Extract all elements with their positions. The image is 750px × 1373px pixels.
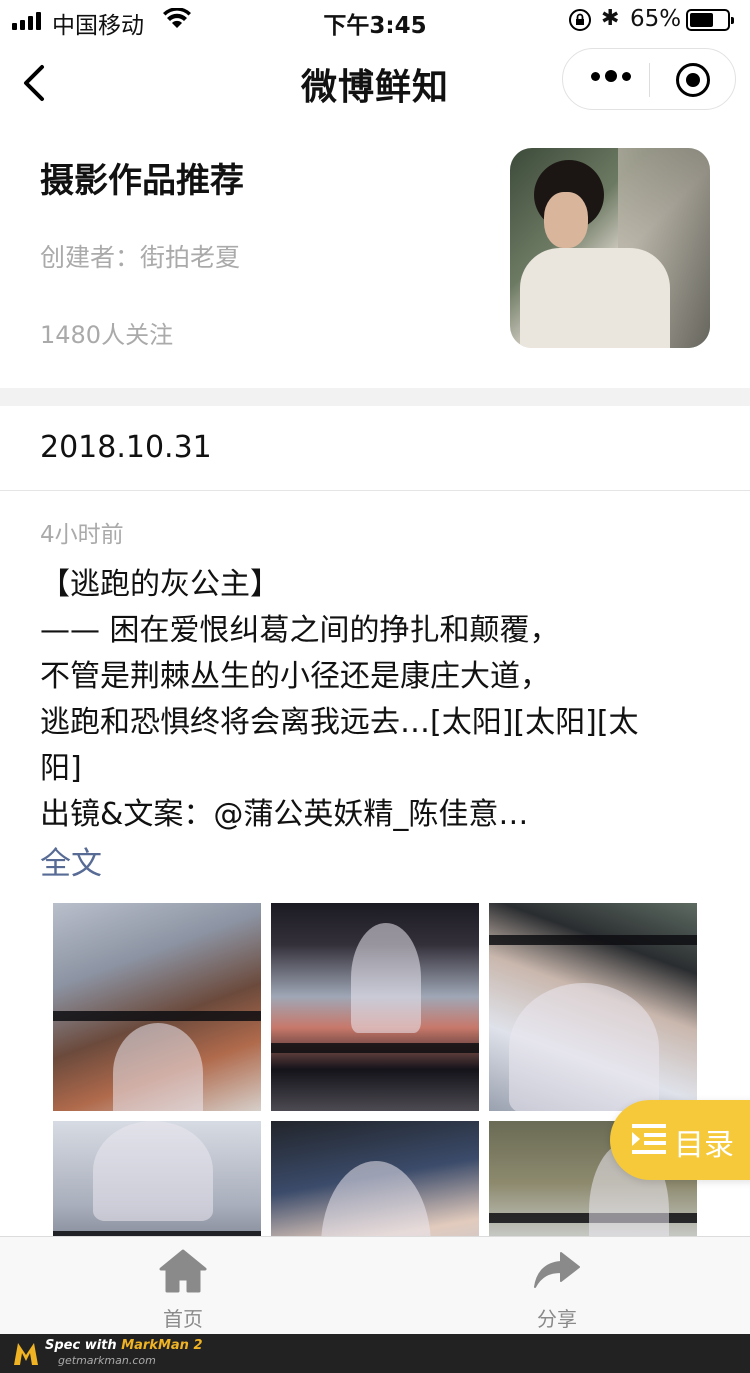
home-icon [159, 1249, 207, 1293]
topic-title: 摄影作品推荐 [40, 161, 244, 201]
post-text[interactable]: 【逃跑的灰公主】 —— 困在爱恨纠葛之间的挣扎和颠覆， 不管是荆棘丛生的小径还是… [40, 562, 690, 838]
target-close-icon[interactable] [676, 63, 710, 97]
full-text-link[interactable]: 全文 [40, 838, 102, 883]
catalog-button[interactable]: 目录 [610, 1100, 750, 1180]
section-date: 2018.10.31 [40, 430, 212, 465]
photo-thumbnail[interactable] [271, 903, 479, 1111]
post-line: —— 困在爱恨纠葛之间的挣扎和颠覆， [40, 613, 560, 648]
post-line: 出镜&文案：@蒲公英妖精_陈佳意… [40, 797, 529, 832]
tab-share-label: 分享 [537, 1307, 577, 1331]
markman-brand: Spec with MarkMan 2 [45, 1338, 203, 1353]
catalog-label: 目录 [674, 1128, 734, 1163]
status-bar: 中国移动 下午3:45 ✱ 65% [0, 0, 750, 40]
topic-creator[interactable]: 创建者：街拍老夏 [40, 238, 240, 274]
tab-bar: 首页 分享 [0, 1236, 750, 1335]
markman-footer: Spec with MarkMan 2 getmarkman.com [0, 1334, 750, 1373]
markman-logo-icon [14, 1343, 38, 1365]
divider-line [0, 490, 750, 491]
menu-list-icon [632, 1124, 666, 1154]
bluetooth-icon: ✱ [601, 6, 620, 31]
battery-percent: 65% [630, 6, 682, 32]
post-line: 不管是荆棘丛生的小径还是康庄大道， [40, 659, 550, 694]
tab-share[interactable]: 分享 [497, 1249, 617, 1332]
capsule-divider [649, 63, 650, 97]
tab-home-label: 首页 [163, 1307, 203, 1331]
navigation-bar: 微博鲜知 [0, 40, 750, 128]
follower-count: 1480人关注 [40, 321, 174, 349]
rotation-lock-icon [569, 9, 591, 31]
post-time: 4小时前 [40, 522, 124, 548]
battery-icon [686, 9, 734, 31]
topic-cover-image [510, 148, 710, 348]
photo-thumbnail[interactable] [53, 903, 261, 1111]
section-divider [0, 388, 750, 406]
share-arrow-icon [534, 1252, 580, 1288]
ellipsis-icon[interactable] [591, 70, 631, 82]
photo-thumbnail[interactable] [489, 903, 697, 1111]
post-line: 【逃跑的灰公主】 [40, 567, 280, 602]
tab-home[interactable]: 首页 [123, 1249, 243, 1332]
post-line: 逃跑和恐惧终将会离我远去…[太阳][太阳][太 [40, 705, 639, 740]
markman-site: getmarkman.com [58, 1354, 156, 1367]
mini-program-capsule [562, 48, 736, 110]
topic-header: 摄影作品推荐 创建者：街拍老夏 1480人关注 [0, 128, 750, 388]
post-line: 阳] [40, 751, 82, 786]
